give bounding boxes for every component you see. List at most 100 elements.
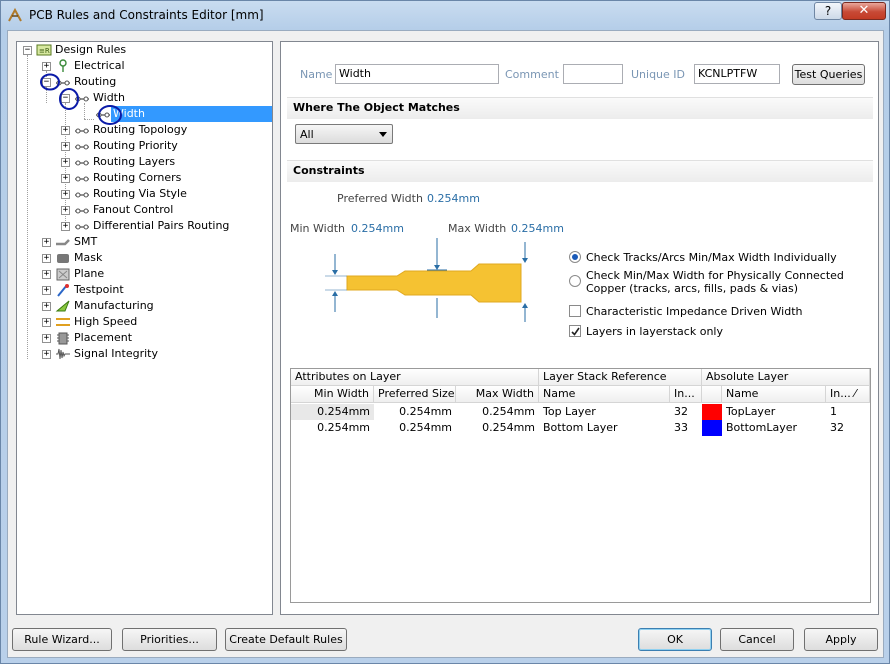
cell-max-width[interactable]: 0.254mm xyxy=(456,420,539,436)
tree-item-routing-topology[interactable]: + Routing Topology xyxy=(17,122,272,138)
expand-icon[interactable]: + xyxy=(42,318,51,327)
rules-tree[interactable]: − ≡R Design Rules + Electrical − Routing… xyxy=(16,41,273,615)
radio-check-individually[interactable] xyxy=(569,251,581,263)
cell-max-width[interactable]: 0.254mm xyxy=(456,404,539,420)
create-default-rules-button[interactable]: Create Default Rules xyxy=(225,628,347,651)
layers-grid: Attributes on Layer Layer Stack Referenc… xyxy=(290,368,871,603)
unique-id-field[interactable]: KCNLPTFW xyxy=(694,64,780,84)
routing-topology-icon xyxy=(75,128,89,134)
manufacturing-icon xyxy=(55,300,70,312)
cell-min-width[interactable]: 0.254mm xyxy=(291,420,374,436)
cell-abs-name: TopLayer xyxy=(726,405,776,418)
expand-icon[interactable]: + xyxy=(42,238,51,247)
expand-icon[interactable]: + xyxy=(61,142,70,151)
cell-preferred-size[interactable]: 0.254mm xyxy=(374,404,456,420)
expand-icon[interactable]: + xyxy=(61,190,70,199)
expand-icon[interactable]: + xyxy=(61,206,70,215)
tree-label: High Speed xyxy=(74,315,138,328)
tree-label: SMT xyxy=(74,235,98,248)
name-field[interactable]: Width xyxy=(335,64,499,84)
apply-button[interactable]: Apply xyxy=(804,628,878,651)
routing-layers-icon xyxy=(75,160,89,166)
priorities-button[interactable]: Priorities... xyxy=(122,628,217,651)
col-header-max-width[interactable]: Max Width xyxy=(456,386,539,403)
tree-item-signal-integrity[interactable]: + Signal Integrity xyxy=(17,346,272,362)
tree-item-mask[interactable]: + Mask xyxy=(17,250,272,266)
expand-icon[interactable]: + xyxy=(61,158,70,167)
col-header-min-width[interactable]: Min Width xyxy=(291,386,374,403)
width-icon xyxy=(75,96,89,102)
preferred-width-value[interactable]: 0.254mm xyxy=(427,192,480,205)
tree-label: Fanout Control xyxy=(93,203,174,216)
tree-item-routing[interactable]: − Routing xyxy=(17,74,272,90)
tree-item-placement[interactable]: + Placement xyxy=(17,330,272,346)
where-selected-value: All xyxy=(300,128,314,141)
checkbox-layerstack[interactable] xyxy=(569,325,581,337)
col-header-abs-name[interactable]: Name xyxy=(722,386,826,403)
preferred-width-label: Preferred Width xyxy=(337,192,423,205)
tree-item-high-speed[interactable]: + High Speed xyxy=(17,314,272,330)
tree-item-width-group[interactable]: − Width xyxy=(17,90,272,106)
max-width-label: Max Width xyxy=(448,222,507,235)
rule-wizard-button[interactable]: Rule Wizard... xyxy=(12,628,112,651)
expand-icon[interactable]: + xyxy=(61,222,70,231)
collapse-icon[interactable]: − xyxy=(23,46,32,55)
option-connected-label-line2: Copper (tracks, arcs, fills, pads & vias… xyxy=(586,282,799,295)
tree-item-fanout-control[interactable]: + Fanout Control xyxy=(17,202,272,218)
ok-button[interactable]: OK xyxy=(638,628,712,651)
col-header-color[interactable] xyxy=(702,386,722,403)
col-header-preferred-size[interactable]: Preferred Size xyxy=(374,386,456,403)
cell-preferred-size[interactable]: 0.254mm xyxy=(374,420,456,436)
cell-layer-name: Bottom Layer xyxy=(543,421,618,434)
max-width-value[interactable]: 0.254mm xyxy=(511,222,564,235)
tree-item-differential-pairs[interactable]: + Differential Pairs Routing xyxy=(17,218,272,234)
expand-icon[interactable]: + xyxy=(42,302,51,311)
tree-item-routing-priority[interactable]: + Routing Priority xyxy=(17,138,272,154)
tree-item-design-rules[interactable]: − ≡R Design Rules xyxy=(17,42,272,58)
expand-icon[interactable]: + xyxy=(42,286,51,295)
cancel-button[interactable]: Cancel xyxy=(720,628,794,651)
radio-check-connected[interactable] xyxy=(569,275,581,287)
constraints-section-header: Constraints xyxy=(287,160,873,182)
option-connected-label-line1: Check Min/Max Width for Physically Conne… xyxy=(586,269,844,282)
col-header-abs-index[interactable]: In... ⁄ xyxy=(826,386,870,403)
name-label: Name xyxy=(300,68,333,81)
grid-group-layerstack: Layer Stack Reference xyxy=(539,369,702,386)
expand-icon[interactable]: + xyxy=(42,334,51,343)
min-width-value[interactable]: 0.254mm xyxy=(351,222,404,235)
expand-icon[interactable]: + xyxy=(61,174,70,183)
help-button[interactable]: ? xyxy=(814,2,842,20)
expand-icon[interactable]: + xyxy=(42,62,51,71)
tree-item-manufacturing[interactable]: + Manufacturing xyxy=(17,298,272,314)
expand-icon[interactable]: + xyxy=(42,270,51,279)
tree-item-routing-layers[interactable]: + Routing Layers xyxy=(17,154,272,170)
comment-field[interactable] xyxy=(563,64,623,84)
tree-item-testpoint[interactable]: + Testpoint xyxy=(17,282,272,298)
tree-item-smt[interactable]: + SMT xyxy=(17,234,272,250)
testpoint-icon xyxy=(57,284,69,297)
col-header-name[interactable]: Name xyxy=(539,386,670,403)
close-button[interactable]: ✕ xyxy=(842,2,886,20)
title-bar: PCB Rules and Constraints Editor [mm] ? … xyxy=(1,1,889,29)
cell-min-width[interactable]: 0.254mm xyxy=(291,404,374,420)
cell-abs-index: 1 xyxy=(830,405,837,418)
expand-icon[interactable]: + xyxy=(42,254,51,263)
tree-label: Width xyxy=(93,91,125,104)
routing-via-style-icon xyxy=(75,192,89,198)
col-header-index[interactable]: In... xyxy=(670,386,702,403)
collapse-icon[interactable]: − xyxy=(61,94,70,103)
table-row[interactable]: 0.254mm 0.254mm 0.254mm Top Layer 32 Top… xyxy=(291,404,870,420)
collapse-icon[interactable]: − xyxy=(42,78,51,87)
tree-item-routing-corners[interactable]: + Routing Corners xyxy=(17,170,272,186)
layer-color-swatch xyxy=(702,420,722,436)
tree-item-plane[interactable]: + Plane xyxy=(17,266,272,282)
checkbox-impedance[interactable] xyxy=(569,305,581,317)
tree-item-routing-via-style[interactable]: + Routing Via Style xyxy=(17,186,272,202)
expand-icon[interactable]: + xyxy=(42,350,51,359)
where-dropdown[interactable]: All xyxy=(295,124,393,144)
tree-item-electrical[interactable]: + Electrical xyxy=(17,58,272,74)
test-queries-button[interactable]: Test Queries xyxy=(792,64,865,85)
tree-item-width-rule[interactable]: Width xyxy=(17,106,272,122)
table-row[interactable]: 0.254mm 0.254mm 0.254mm Bottom Layer 33 … xyxy=(291,420,870,436)
expand-icon[interactable]: + xyxy=(61,126,70,135)
